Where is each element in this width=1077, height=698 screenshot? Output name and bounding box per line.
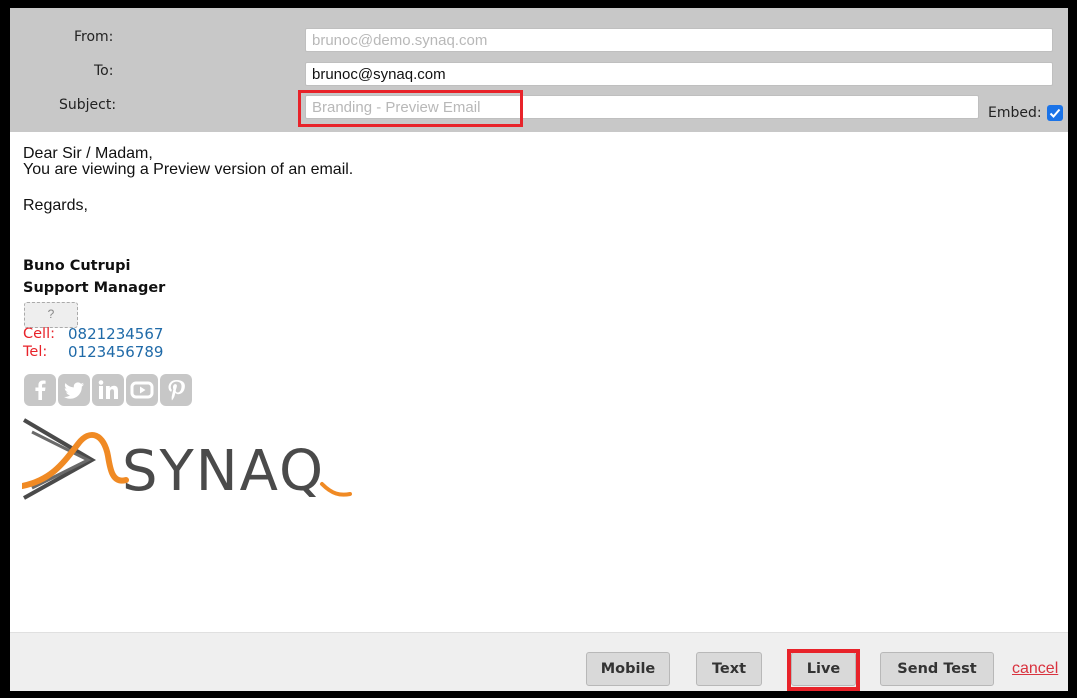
from-field[interactable]: brunoc@demo.synaq.com <box>305 28 1053 52</box>
email-header: From: brunoc@demo.synaq.com To: brunoc@s… <box>10 8 1068 132</box>
cell-value: 0821234567 <box>68 325 164 343</box>
subject-label: Subject: <box>59 97 117 113</box>
closing-text: Regards, <box>23 197 88 214</box>
email-body: Dear Sir / Madam, You are viewing a Prev… <box>10 132 1068 632</box>
youtube-icon[interactable] <box>126 374 158 406</box>
mobile-button[interactable]: Mobile <box>586 652 670 686</box>
cell-label: Cell: <box>23 326 55 342</box>
embed-checkbox[interactable] <box>1047 105 1063 121</box>
greeting-text: Dear Sir / Madam, <box>23 145 153 162</box>
facebook-icon[interactable] <box>24 374 56 406</box>
action-bar: Mobile Text Live Send Test cancel <box>10 632 1068 691</box>
email-preview-window: From: brunoc@demo.synaq.com To: brunoc@s… <box>10 8 1068 691</box>
check-icon <box>1049 108 1061 118</box>
to-label: To: <box>94 63 114 79</box>
pinterest-icon[interactable] <box>160 374 192 406</box>
subject-highlight <box>298 90 523 127</box>
signature-name: Buno Cutrupi <box>23 258 131 274</box>
cancel-link[interactable]: cancel <box>1012 660 1058 678</box>
tel-label: Tel: <box>23 344 48 360</box>
embed-label: Embed: <box>988 105 1042 121</box>
signature-title: Support Manager <box>23 280 166 296</box>
linkedin-icon[interactable] <box>92 374 124 406</box>
send-test-button[interactable]: Send Test <box>880 652 994 686</box>
logo-text: SYNAQ <box>122 439 325 504</box>
twitter-icon[interactable] <box>58 374 90 406</box>
live-highlight <box>787 649 860 691</box>
text-button[interactable]: Text <box>696 652 762 686</box>
to-field[interactable]: brunoc@synaq.com <box>305 62 1053 86</box>
synaq-logo: SYNAQ <box>22 418 352 504</box>
from-label: From: <box>74 29 114 45</box>
body-line-text: You are viewing a Preview version of an … <box>23 161 354 178</box>
tel-value: 0123456789 <box>68 343 164 361</box>
